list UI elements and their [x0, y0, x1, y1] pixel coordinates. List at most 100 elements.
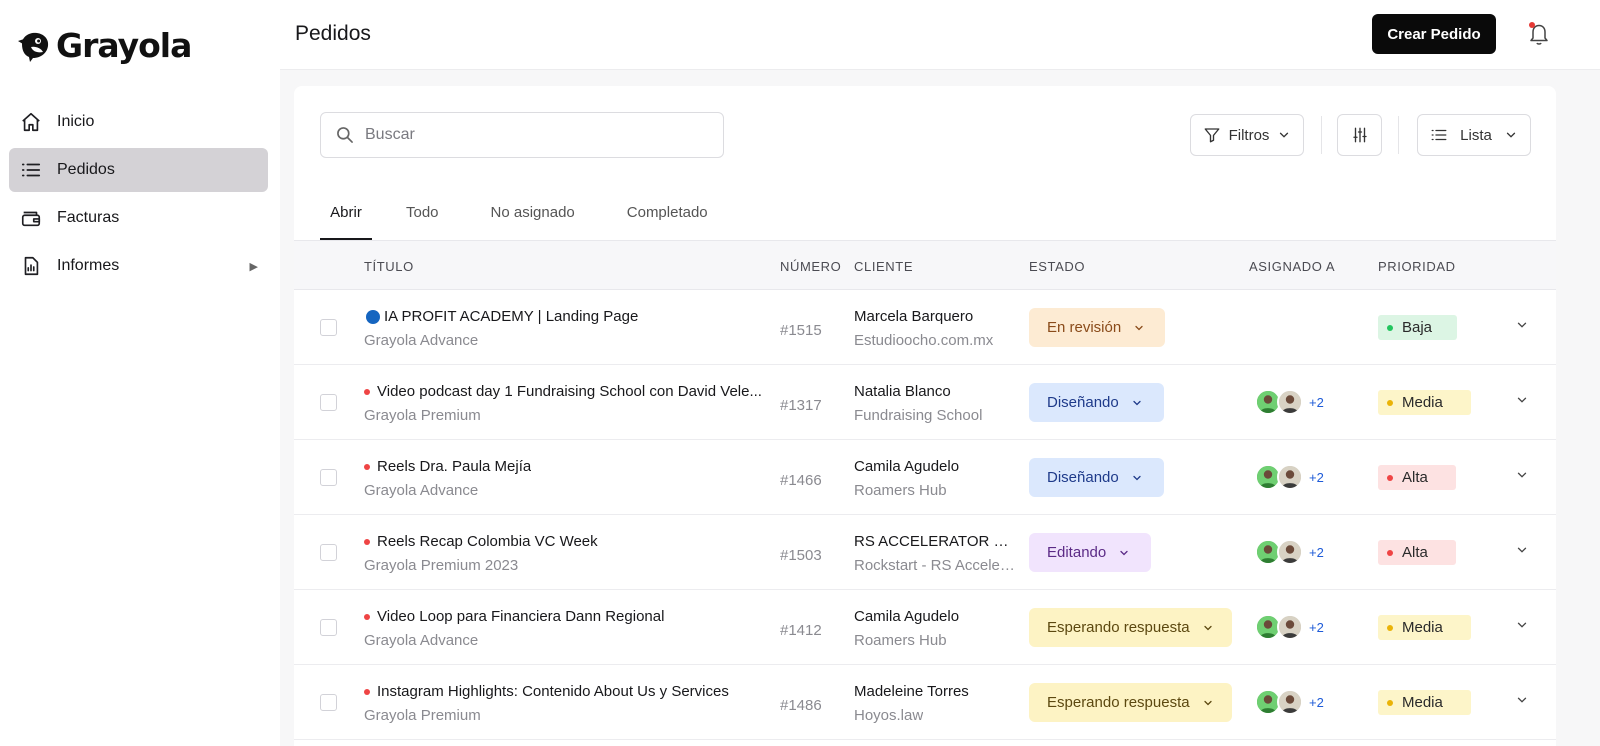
priority-badge[interactable]: Alta: [1378, 540, 1456, 565]
avatar: [1277, 689, 1303, 715]
sidebar-item-pedidos[interactable]: Pedidos: [9, 148, 268, 192]
client-name: Camila Agudelo: [854, 608, 960, 625]
priority-label: Media: [1402, 394, 1443, 411]
red-dot-icon: [364, 463, 370, 470]
sidebar-item-label: Pedidos: [57, 161, 115, 178]
tab-completado[interactable]: Completado: [627, 190, 708, 240]
expand-row-chevron-icon[interactable]: [1515, 318, 1529, 332]
column-header-status[interactable]: ESTADO: [1029, 259, 1085, 274]
table-row[interactable]: Reels Recap Colombia VC Week Grayola Prem…: [294, 515, 1556, 590]
column-header-priority[interactable]: PRIORIDAD: [1378, 259, 1456, 274]
row-checkbox[interactable]: [320, 544, 337, 561]
table-row[interactable]: Video podcast day 1 Fundraising School c…: [294, 365, 1556, 440]
assignee-avatars[interactable]: +2: [1255, 689, 1324, 715]
sidebar-item-inicio[interactable]: Inicio: [9, 100, 268, 144]
status-dropdown[interactable]: En revisión: [1029, 308, 1165, 347]
order-title-text: Reels Dra. Paula Mejía: [377, 458, 532, 475]
assignee-avatars[interactable]: +2: [1255, 614, 1324, 640]
table-row[interactable]: Reels Dra. Paula Mejía Grayola Advance #14…: [294, 440, 1556, 515]
priority-badge[interactable]: Media: [1378, 690, 1471, 715]
avatar: [1277, 539, 1303, 565]
status-dropdown[interactable]: Editando: [1029, 533, 1151, 572]
notification-dot: [1529, 22, 1535, 28]
assignee-avatars[interactable]: +2: [1255, 389, 1324, 415]
priority-dot: [1387, 699, 1393, 706]
search-icon: [337, 127, 353, 143]
expand-row-chevron-icon[interactable]: [1515, 618, 1529, 632]
tab-todo[interactable]: Todo: [406, 190, 439, 240]
status-dropdown[interactable]: Esperando respuesta: [1029, 608, 1232, 647]
red-dot-icon: [364, 538, 370, 545]
priority-badge[interactable]: Baja: [1378, 315, 1457, 340]
red-dot-icon: [364, 388, 370, 395]
order-title[interactable]: Reels Dra. Paula Mejía: [364, 458, 531, 475]
status-dropdown[interactable]: Esperando respuesta: [1029, 683, 1232, 722]
expand-row-chevron-icon[interactable]: [1515, 693, 1529, 707]
chevron-down-icon: [1120, 550, 1128, 555]
app-logo[interactable]: Grayola: [18, 26, 192, 65]
order-title-text: Video podcast day 1 Fundraising School c…: [377, 383, 762, 400]
client-company: Rockstart - RS Acceler...: [854, 557, 1016, 574]
expand-row-chevron-icon[interactable]: [1515, 393, 1529, 407]
priority-dot: [1387, 474, 1393, 481]
status-label: Editando: [1047, 544, 1107, 561]
order-title-text: IA PROFIT ACADEMY | Landing Page: [384, 308, 639, 325]
column-settings-button[interactable]: [1337, 114, 1382, 156]
filters-label: Filtros: [1228, 126, 1270, 144]
column-header-assignee[interactable]: ASIGNADO A: [1249, 259, 1335, 274]
view-mode-select[interactable]: Lista: [1417, 114, 1531, 156]
order-number: #1412: [780, 622, 822, 639]
order-title[interactable]: Reels Recap Colombia VC Week: [364, 533, 598, 550]
tab-abrir[interactable]: Abrir: [320, 190, 372, 240]
row-checkbox[interactable]: [320, 394, 337, 411]
expand-row-chevron-icon[interactable]: [1515, 468, 1529, 482]
column-header-title[interactable]: TÍTULO: [364, 259, 414, 274]
order-title[interactable]: Instagram Highlights: Contenido About Us…: [364, 683, 729, 700]
search-input[interactable]: [365, 126, 705, 144]
column-header-client[interactable]: CLIENTE: [854, 259, 913, 274]
create-order-button[interactable]: Crear Pedido: [1372, 14, 1496, 54]
priority-badge[interactable]: Alta: [1378, 465, 1456, 490]
tab-no-asignado[interactable]: No asignado: [491, 190, 575, 240]
row-checkbox[interactable]: [320, 694, 337, 711]
table-row[interactable]: Video Loop para Financiera Dann Regional…: [294, 590, 1556, 665]
order-title-text: Instagram Highlights: Contenido About Us…: [377, 683, 729, 700]
table-row[interactable]: Instagram Highlights: Contenido About Us…: [294, 665, 1556, 740]
client-company: Fundraising School: [854, 407, 983, 424]
assignee-avatars[interactable]: +2: [1255, 539, 1324, 565]
chevron-down-icon: [1203, 700, 1212, 705]
priority-badge[interactable]: Media: [1378, 615, 1471, 640]
more-assignees-count: +2: [1309, 619, 1324, 635]
expand-row-chevron-icon[interactable]: [1515, 543, 1529, 557]
order-tabs: Abrir Todo No asignado Completado: [320, 190, 708, 240]
row-checkbox[interactable]: [320, 619, 337, 636]
column-header-number[interactable]: NÚMERO: [780, 259, 841, 274]
search-box[interactable]: [320, 112, 724, 158]
priority-label: Alta: [1402, 469, 1428, 486]
chevron-down-icon: [1133, 400, 1141, 405]
order-title[interactable]: IA PROFIT ACADEMY | Landing Page: [364, 308, 638, 325]
client-company: Estudioocho.com.mx: [854, 332, 994, 349]
avatar: [1277, 389, 1303, 415]
chevron-down-icon: [1203, 625, 1212, 630]
table-row[interactable]: IA PROFIT ACADEMY | Landing Page Grayola …: [294, 290, 1556, 365]
row-checkbox[interactable]: [320, 469, 337, 486]
sidebar-item-facturas[interactable]: Facturas: [9, 196, 268, 240]
filters-button[interactable]: Filtros: [1190, 114, 1304, 156]
priority-badge[interactable]: Media: [1378, 390, 1471, 415]
view-mode-label: Lista: [1460, 126, 1492, 144]
submenu-caret-icon[interactable]: ▶: [250, 260, 258, 273]
status-dropdown[interactable]: Diseñando: [1029, 383, 1164, 422]
assignee-avatars[interactable]: +2: [1255, 464, 1324, 490]
order-plan: Grayola Premium: [364, 707, 481, 724]
order-title-text: Video Loop para Financiera Dann Regional: [377, 608, 665, 625]
status-dropdown[interactable]: Diseñando: [1029, 458, 1164, 497]
order-title[interactable]: Video podcast day 1 Fundraising School c…: [364, 383, 762, 400]
chevron-down-icon: [1280, 132, 1289, 138]
order-title[interactable]: Video Loop para Financiera Dann Regional: [364, 608, 664, 625]
more-assignees-count: +2: [1309, 544, 1324, 560]
client-name: Natalia Blanco: [854, 383, 951, 400]
priority-label: Alta: [1402, 544, 1428, 561]
sidebar-item-informes[interactable]: Informes ▶: [9, 244, 268, 288]
row-checkbox[interactable]: [320, 319, 337, 336]
